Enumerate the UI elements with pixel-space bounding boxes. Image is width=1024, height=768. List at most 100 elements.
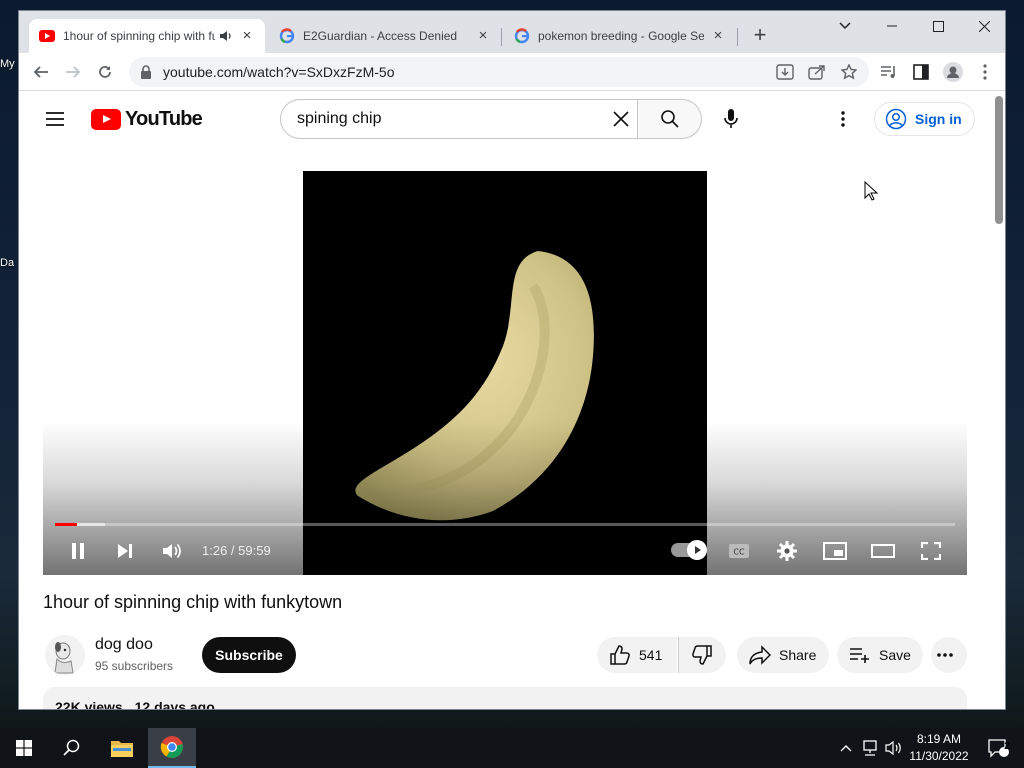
reload-icon xyxy=(99,66,111,78)
minimize-button[interactable] xyxy=(869,11,915,41)
like-count: 541 xyxy=(639,647,663,663)
install-app-button[interactable] xyxy=(771,58,799,86)
close-window-button[interactable] xyxy=(961,11,1005,41)
pause-button[interactable] xyxy=(62,537,94,565)
media-controls-button[interactable] xyxy=(875,58,903,86)
close-tab-icon[interactable]: × xyxy=(710,28,726,44)
maximize-button[interactable] xyxy=(915,11,961,41)
arrow-right-icon xyxy=(66,66,81,78)
mouse-cursor-icon xyxy=(864,181,878,201)
desktop-icon-label[interactable]: My xyxy=(0,58,15,70)
skip-next-icon xyxy=(118,544,132,558)
chrome-icon xyxy=(160,736,183,758)
youtube-header: YouTube spining chip Sign in xyxy=(19,91,991,147)
gear-icon xyxy=(777,541,797,561)
clock[interactable]: 8:19 AM 11/30/2022 xyxy=(904,731,974,765)
subscribe-button[interactable]: Subscribe xyxy=(202,637,296,673)
channel-name[interactable]: dog doo xyxy=(95,636,153,654)
bookmark-button[interactable] xyxy=(835,58,863,86)
pause-icon xyxy=(72,543,84,559)
more-horizontal-icon xyxy=(937,653,953,657)
star-icon xyxy=(841,64,857,80)
tab-youtube[interactable]: 1hour of spinning chip with funkytown × xyxy=(29,19,265,53)
youtube-logo[interactable]: YouTube xyxy=(91,108,203,131)
volume-tray-button[interactable] xyxy=(882,728,906,768)
tab-title: E2Guardian - Access Denied xyxy=(303,29,458,43)
more-vertical-icon xyxy=(983,64,987,80)
share-label: Share xyxy=(779,647,817,663)
new-tab-button[interactable]: + xyxy=(749,24,771,47)
sign-in-button[interactable]: Sign in xyxy=(874,102,975,136)
search-button[interactable] xyxy=(638,99,702,139)
close-tab-icon[interactable]: × xyxy=(239,28,255,44)
side-panel-button[interactable] xyxy=(907,58,935,86)
volume-icon xyxy=(163,543,181,559)
theater-mode-icon xyxy=(871,544,895,558)
profile-button[interactable] xyxy=(939,58,967,86)
tab-pokemon-breeding[interactable]: pokemon breeding - Google Search × xyxy=(504,19,736,53)
folder-icon xyxy=(111,741,133,757)
tab-search-button[interactable] xyxy=(822,11,868,41)
mute-button[interactable] xyxy=(156,537,188,565)
browser-window: 1hour of spinning chip with funkytown × … xyxy=(18,10,1006,710)
more-actions-button[interactable] xyxy=(931,637,967,673)
next-button[interactable] xyxy=(109,537,141,565)
taskbar-search-button[interactable] xyxy=(48,728,96,768)
windows-logo-icon xyxy=(16,740,32,756)
lock-icon[interactable] xyxy=(139,65,153,79)
menu-icon[interactable] xyxy=(43,107,67,131)
page-scrollbar[interactable] xyxy=(991,91,1005,709)
google-favicon-icon xyxy=(514,28,530,44)
description-box[interactable]: 22K views 12 days ago xyxy=(43,687,967,710)
forward-button[interactable] xyxy=(59,58,87,86)
search-query-text: spining chip xyxy=(297,110,382,127)
save-button[interactable]: Save xyxy=(837,637,923,673)
theater-mode-button[interactable] xyxy=(867,537,899,565)
share-arrow-icon xyxy=(749,645,771,665)
taskbar-file-explorer[interactable] xyxy=(98,728,146,768)
miniplayer-button[interactable] xyxy=(819,537,851,565)
search-input[interactable]: spining chip xyxy=(280,99,638,139)
time-display: 1:26 / 59:59 xyxy=(202,543,271,558)
fullscreen-button[interactable] xyxy=(915,537,947,565)
maximize-icon xyxy=(932,20,944,32)
notifications-button[interactable]: 2 xyxy=(978,728,1018,768)
reload-button[interactable] xyxy=(91,58,119,86)
chrome-menu-button[interactable] xyxy=(971,58,999,86)
tab-separator xyxy=(737,28,738,46)
view-count: 22K views xyxy=(55,699,123,710)
dislike-button[interactable] xyxy=(678,637,726,673)
desktop-icon-label[interactable]: Da xyxy=(0,257,14,269)
upload-date: 12 days ago xyxy=(134,699,215,710)
taskbar-chrome[interactable] xyxy=(148,728,196,768)
close-tab-icon[interactable]: × xyxy=(475,28,491,44)
video-player[interactable]: 1:26 / 59:59 CC xyxy=(43,171,967,575)
clear-search-icon[interactable] xyxy=(611,109,631,129)
share-button[interactable]: Share xyxy=(737,637,829,673)
show-hidden-icons-button[interactable] xyxy=(836,728,856,768)
start-button[interactable] xyxy=(0,728,48,768)
clock-time: 8:19 AM xyxy=(916,732,962,746)
captions-button[interactable]: CC xyxy=(723,537,755,565)
settings-menu-button[interactable] xyxy=(831,107,855,131)
back-button[interactable] xyxy=(27,58,55,86)
progress-bar[interactable] xyxy=(55,523,955,526)
channel-avatar[interactable] xyxy=(45,635,85,675)
thumbs-up-icon xyxy=(610,645,630,665)
arrow-left-icon xyxy=(33,66,48,78)
address-bar[interactable]: youtube.com/watch?v=SxDxzFzM-5o xyxy=(129,57,869,87)
share-page-button[interactable] xyxy=(803,58,831,86)
autoplay-toggle[interactable] xyxy=(671,540,707,560)
voice-search-button[interactable] xyxy=(711,99,751,139)
network-tray-button[interactable] xyxy=(858,728,882,768)
youtube-logo-text: YouTube xyxy=(125,108,203,130)
clock-date: 11/30/2022 xyxy=(909,749,969,763)
scrollbar-thumb[interactable] xyxy=(995,96,1003,224)
like-button[interactable]: 541 xyxy=(597,637,677,673)
thumbs-down-icon xyxy=(692,645,712,665)
tab-separator xyxy=(501,28,502,46)
tab-e2guardian[interactable]: E2Guardian - Access Denied × xyxy=(269,19,501,53)
dog-avatar-image xyxy=(54,642,74,674)
speaker-playing-icon[interactable] xyxy=(219,29,233,43)
settings-button[interactable] xyxy=(771,537,803,565)
